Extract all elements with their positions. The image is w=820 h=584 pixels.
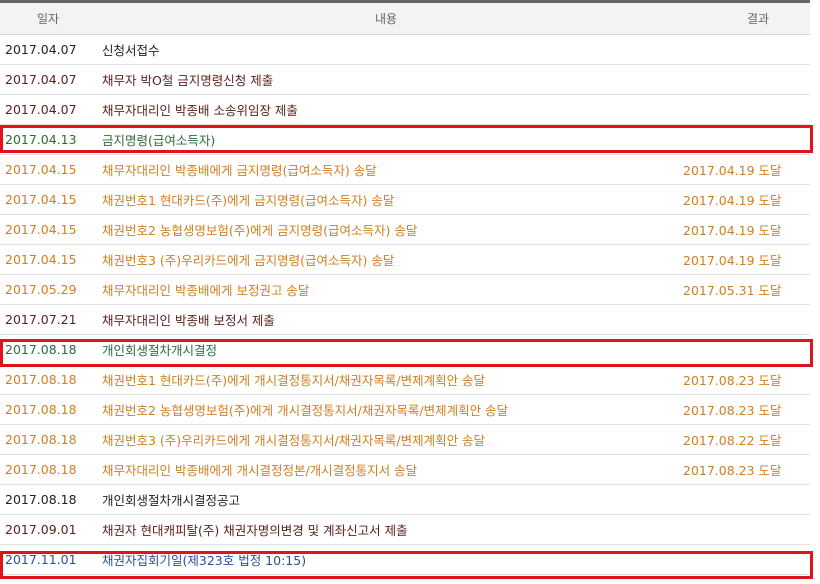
table-row: 2017.08.18 채권번호1 현대카드(주)에게 개시결정통지서/채권자목록… (0, 365, 810, 395)
row-result: 2017.04.19 도달 (683, 223, 782, 238)
row-content: 개인회생절차개시결정 (102, 343, 218, 358)
row-date: 2017.09.01 (5, 522, 77, 537)
table-row: 2017.05.29 채무자대리인 박종배에게 보정권고 송달 2017.05.… (0, 275, 810, 305)
table-row: 2017.04.13 금지명령(급여소득자) (0, 125, 810, 155)
row-content: 채권번호3 (주)우리카드에게 금지명령(급여소득자) 송달 (102, 253, 395, 268)
row-content: 신청서접수 (102, 43, 160, 58)
row-content: 채권번호2 농협생명보험(주)에게 개시결정통지서/채권자목록/변제계획안 송달 (102, 403, 509, 418)
header-date: 일자 (36, 12, 60, 26)
row-content: 채권번호1 현대카드(주)에게 금지명령(급여소득자) 송달 (102, 193, 395, 208)
row-date: 2017.11.01 (5, 552, 77, 567)
row-date: 2017.04.15 (5, 222, 77, 237)
table-row: 2017.07.21 채무자대리인 박종배 보정서 제출 (0, 305, 810, 335)
table-row: 2017.04.07 채무자대리인 박종배 소송위임장 제출 (0, 95, 810, 125)
table-row: 2017.04.15 채권번호1 현대카드(주)에게 금지명령(급여소득자) 송… (0, 185, 810, 215)
row-date: 2017.08.18 (5, 492, 77, 507)
row-content: 채권자집회기일(제323호 법정 10:15) (102, 553, 307, 568)
row-result: 2017.04.19 도달 (683, 253, 782, 268)
row-date: 2017.07.21 (5, 312, 77, 327)
row-date: 2017.08.18 (5, 402, 77, 417)
table-row: 2017.08.18 채권번호3 (주)우리카드에게 개시결정통지서/채권자목록… (0, 425, 810, 455)
row-content: 채권자 현대캐피탈(주) 채권자명의변경 및 계좌신고서 제출 (102, 523, 408, 538)
row-date: 2017.08.18 (5, 372, 77, 387)
table-row: 2017.09.01 채권자 현대캐피탈(주) 채권자명의변경 및 계좌신고서 … (0, 515, 810, 545)
table-row: 2017.04.07 신청서접수 (0, 35, 810, 65)
table-header: 일자 내용 결과 (0, 3, 810, 35)
row-result: 2017.04.19 도달 (683, 193, 782, 208)
row-date: 2017.08.18 (5, 432, 77, 447)
table-row: 2017.04.07 채무자 박O철 금지명령신청 제출 (0, 65, 810, 95)
row-result: 2017.08.23 도달 (683, 463, 782, 478)
row-date: 2017.04.15 (5, 252, 77, 267)
row-date: 2017.08.18 (5, 342, 77, 357)
row-date: 2017.05.29 (5, 282, 77, 297)
row-content: 채권번호1 현대카드(주)에게 개시결정통지서/채권자목록/변제계획안 송달 (102, 373, 486, 388)
table-row: 2017.08.18 채무자대리인 박종배에게 개시결정정본/개시결정통지서 송… (0, 455, 810, 485)
row-content: 채무자 박O철 금지명령신청 제출 (102, 73, 274, 88)
row-date: 2017.04.07 (5, 42, 77, 57)
row-date: 2017.04.07 (5, 102, 77, 117)
row-content: 채무자대리인 박종배에게 개시결정정본/개시결정통지서 송달 (102, 463, 418, 478)
table-row: 2017.04.15 채권번호3 (주)우리카드에게 금지명령(급여소득자) 송… (0, 245, 810, 275)
row-content: 개인회생절차개시결정공고 (102, 493, 241, 508)
row-result: 2017.08.22 도달 (683, 433, 782, 448)
row-content: 채무자대리인 박종배 소송위임장 제출 (102, 103, 298, 118)
table-row: 2017.08.18 개인회생절차개시결정 (0, 335, 810, 365)
row-result: 2017.08.23 도달 (683, 403, 782, 418)
row-content: 채무자대리인 박종배에게 보정권고 송달 (102, 283, 310, 298)
table-row: 2017.04.15 채무자대리인 박종배에게 금지명령(급여소득자) 송달 2… (0, 155, 810, 185)
table-row: 2017.11.01 채권자집회기일(제323호 법정 10:15) (0, 545, 810, 575)
row-content: 채권번호2 농협생명보험(주)에게 금지명령(급여소득자) 송달 (102, 223, 418, 238)
case-progress-table: 일자 내용 결과 2017.04.07 신청서접수 2017.04.07 채무자… (0, 0, 813, 579)
row-content: 채권번호3 (주)우리카드에게 개시결정통지서/채권자목록/변제계획안 송달 (102, 433, 486, 448)
table-row: 2017.08.18 개인회생절차개시결정공고 (0, 485, 810, 515)
header-content: 내용 (374, 12, 398, 26)
header-result: 결과 (746, 12, 770, 26)
row-date: 2017.04.13 (5, 132, 77, 147)
row-result: 2017.05.31 도달 (683, 283, 782, 298)
row-content: 금지명령(급여소득자) (102, 133, 216, 148)
row-result: 2017.04.19 도달 (683, 163, 782, 178)
row-date: 2017.04.15 (5, 162, 77, 177)
row-date: 2017.04.07 (5, 72, 77, 87)
table-row: 2017.08.18 채권번호2 농협생명보험(주)에게 개시결정통지서/채권자… (0, 395, 810, 425)
row-result: 2017.08.23 도달 (683, 373, 782, 388)
row-date: 2017.04.15 (5, 192, 77, 207)
row-content: 채무자대리인 박종배 보정서 제출 (102, 313, 275, 328)
table-row: 2017.04.15 채권번호2 농협생명보험(주)에게 금지명령(급여소득자)… (0, 215, 810, 245)
row-date: 2017.08.18 (5, 462, 77, 477)
row-content: 채무자대리인 박종배에게 금지명령(급여소득자) 송달 (102, 163, 377, 178)
